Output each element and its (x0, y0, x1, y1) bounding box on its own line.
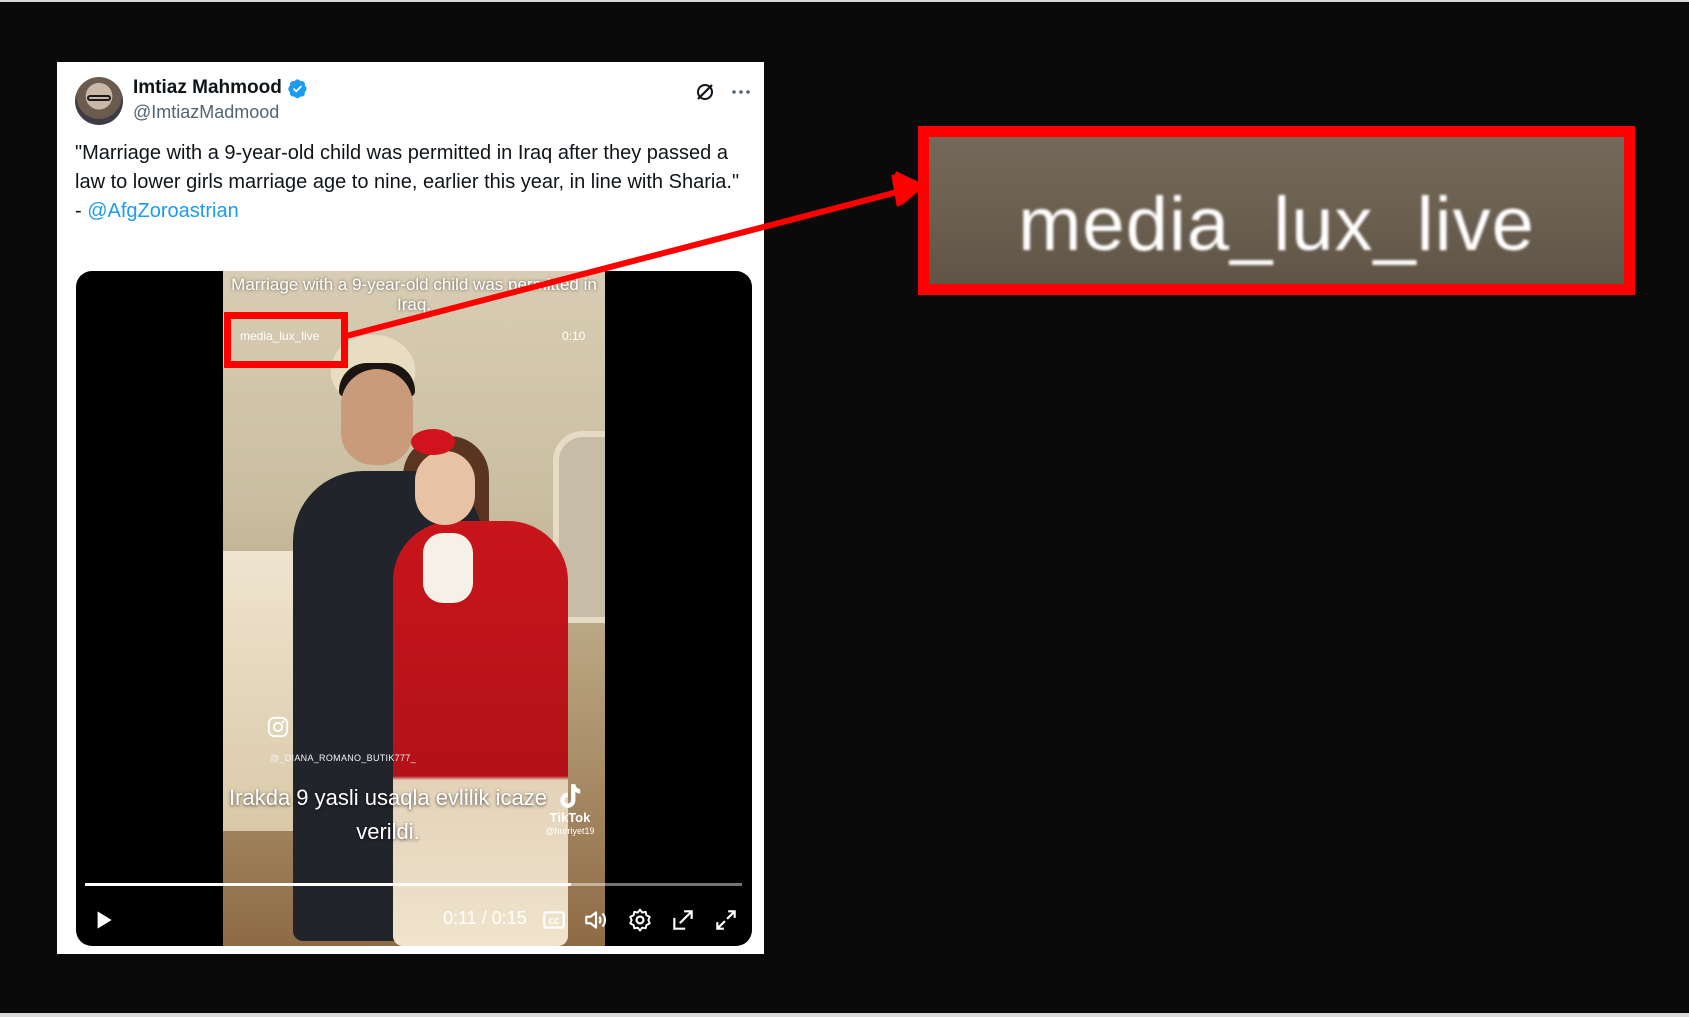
play-icon[interactable] (90, 907, 116, 933)
frame-bottom-border (0, 1013, 1689, 1017)
author-name[interactable]: Imtiaz Mahmood (133, 77, 282, 99)
zoom-text: media_lux_live (1018, 182, 1535, 267)
pip-icon[interactable] (670, 907, 696, 933)
video-time-top: 0:10 (562, 329, 586, 343)
tiktok-watermark: TikTok @hurriyet19 (535, 782, 605, 837)
video-subtitle: Irakda 9 yasli usaqla evlilik icaze veri… (229, 785, 547, 844)
video-player[interactable]: Marriage with a 9-year-old child was per… (76, 271, 752, 946)
instagram-handle: @_DIANA_ROMANO_BUTIK777_ (270, 753, 416, 763)
tweet-card: Imtiaz Mahmood @ImtiazMadmood "Marriage … (57, 62, 764, 954)
time-display: 0:11 / 0:15 (443, 908, 527, 928)
mention-link[interactable]: @AfgZoroastrian (87, 200, 238, 222)
svg-text:CC: CC (548, 917, 560, 926)
instagram-icon (267, 716, 289, 738)
grok-icon[interactable] (693, 80, 717, 104)
frame-top-border (0, 0, 1689, 2)
credit-prefix: - (75, 200, 88, 222)
avatar[interactable] (75, 77, 123, 125)
more-icon[interactable] (729, 80, 753, 104)
highlight-box-watermark (224, 312, 348, 368)
zoom-callout: media_lux_live (918, 126, 1635, 295)
author-handle[interactable]: @ImtiazMadmood (133, 102, 279, 123)
verified-icon (288, 78, 307, 98)
tiktok-handle: @hurriyet19 (545, 826, 595, 836)
tweet-body: "Marriage with a 9-year-old child was pe… (75, 142, 740, 193)
video-caption: Marriage with a 9-year-old child was per… (231, 275, 597, 314)
author-name-row[interactable]: Imtiaz Mahmood (133, 77, 308, 99)
tiktok-name: TikTok (549, 810, 591, 825)
fullscreen-icon[interactable] (713, 907, 739, 933)
captions-icon[interactable]: CC (541, 907, 567, 933)
tweet-text: "Marriage with a 9-year-old child was pe… (75, 139, 755, 226)
settings-icon[interactable] (627, 907, 653, 933)
tiktok-icon (560, 784, 581, 808)
progress-fill (85, 883, 572, 886)
volume-icon[interactable] (583, 907, 609, 933)
progress-bar[interactable] (85, 883, 742, 886)
